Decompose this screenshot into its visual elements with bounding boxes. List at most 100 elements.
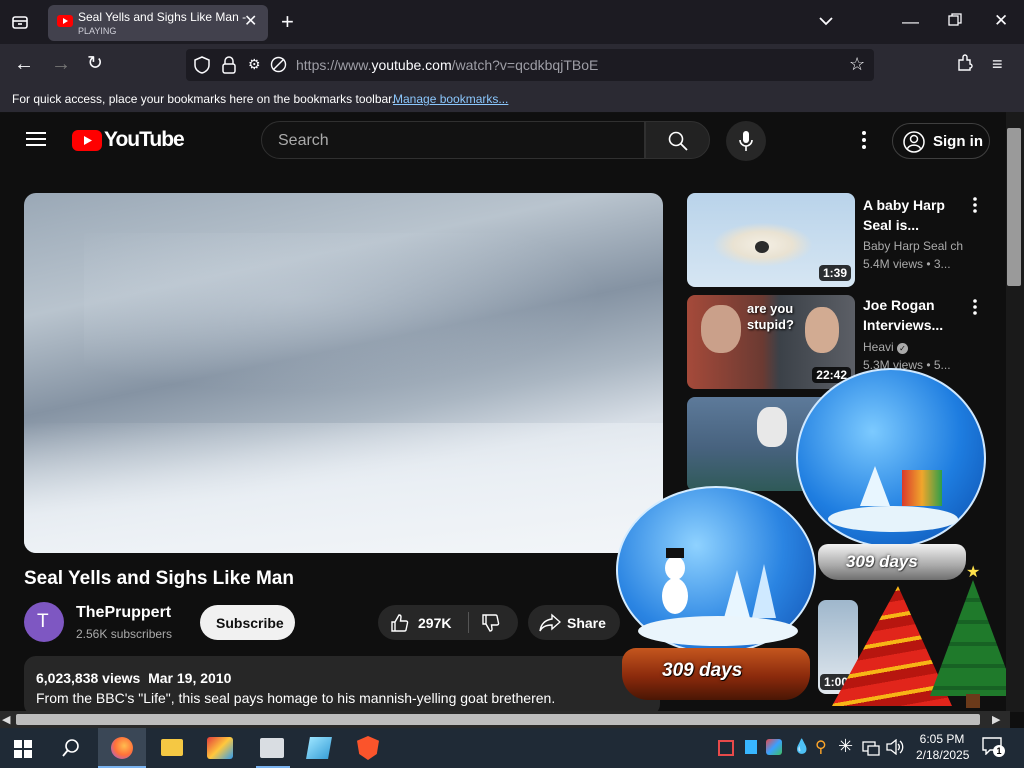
snow-globe-gadget[interactable]: 309 days (616, 486, 816, 704)
title-line-2: Seal is... (863, 217, 920, 233)
hamburger-menu-icon[interactable] (26, 131, 46, 152)
clock-time: 6:05 PM (919, 732, 965, 746)
video-duration: 1:39 (818, 265, 851, 281)
dislike-button[interactable] (470, 605, 518, 640)
christmas-tree-icon (930, 580, 1016, 696)
app-menu-icon[interactable]: ≡ (992, 55, 1003, 73)
search-button[interactable] (645, 121, 710, 159)
thumbnail-caption-2: stupid? (747, 317, 794, 332)
like-button[interactable]: 297K (378, 605, 468, 640)
globe-sphere (616, 486, 816, 654)
scroll-right-icon[interactable]: ▶ (992, 713, 1000, 726)
star-icon: ★ (966, 564, 981, 581)
globe-snow (828, 506, 958, 532)
globe-tree-icon (860, 466, 890, 506)
url-bar[interactable]: ⚙ https://www.youtube.com/watch?v=qcdkbq… (186, 49, 874, 81)
video-player[interactable] (24, 193, 663, 553)
permissions-icon[interactable]: ⚙ (248, 57, 261, 71)
tray-app-icon[interactable] (745, 740, 757, 754)
search-icon[interactable] (62, 739, 80, 762)
voice-search-button[interactable] (726, 121, 766, 161)
bookmark-star-icon[interactable]: ☆ (849, 55, 865, 73)
snow-globe-gadget[interactable]: 309 days (796, 368, 988, 584)
brave-icon[interactable] (357, 736, 379, 760)
horizontal-scrollbar[interactable]: ◀ ▶ (0, 711, 1010, 728)
vertical-scrollbar[interactable] (1006, 112, 1024, 712)
christmas-tree-gadget[interactable]: ★ (930, 564, 1016, 712)
magnifier-tray-icon[interactable]: ⚲ (815, 737, 827, 757)
app-window-icon (260, 738, 284, 758)
thumbs-up-icon (391, 614, 409, 632)
share-button[interactable]: Share (528, 605, 620, 640)
taskbar: 💧 ⚲ ✳ 6:05 PM 2/18/2025 1 (0, 728, 1024, 768)
droplet-icon[interactable]: 💧 (793, 738, 810, 755)
photos-app-icon[interactable] (207, 737, 233, 759)
notifications-icon[interactable]: 1 (982, 737, 1005, 757)
taskbar-firefox[interactable] (98, 728, 146, 768)
more-actions-icon[interactable] (973, 197, 977, 218)
scroll-left-icon[interactable]: ◀ (2, 713, 10, 726)
tray-app-icon[interactable] (718, 740, 734, 756)
network-icon[interactable] (862, 740, 880, 761)
microphone-icon (739, 131, 753, 151)
youtube-logo-icon[interactable] (72, 130, 102, 151)
like-dislike-group: 297K (378, 605, 518, 640)
close-window-icon[interactable]: ✕ (994, 12, 1008, 29)
more-options-icon[interactable] (862, 131, 866, 154)
browser-tab-active[interactable]: Seal Yells and Sighs Like Man - PLAYING … (48, 5, 268, 41)
search-input[interactable]: Search (261, 121, 645, 159)
reload-icon[interactable]: ↻ (87, 54, 103, 73)
restore-icon[interactable] (948, 13, 962, 30)
title-line-1: A baby Harp (863, 197, 945, 213)
recommendation-channel[interactable]: Heavi ✓ (863, 340, 909, 354)
clock[interactable]: 6:05 PM 2/18/2025 (916, 731, 969, 763)
lock-icon[interactable] (222, 56, 236, 77)
share-label: Share (567, 615, 606, 631)
tab-bar: Seal Yells and Sighs Like Man - PLAYING … (0, 0, 1024, 44)
close-tab-icon[interactable]: ✕ (244, 14, 257, 30)
forward-icon[interactable]: → (51, 54, 71, 74)
channel-name[interactable]: ThePruppert (76, 604, 171, 622)
minimize-icon[interactable]: — (902, 13, 919, 30)
seal-face (755, 241, 769, 253)
globe-sphere (796, 368, 986, 548)
person-left (701, 305, 741, 353)
list-all-tabs-icon[interactable] (11, 13, 29, 34)
recommendation-item[interactable]: 1:39 A baby Harp Seal is... Baby Harp Sea… (687, 193, 997, 289)
upload-date: Mar 19, 2010 (148, 670, 232, 686)
youtube-logo-text[interactable]: YouTube (104, 128, 185, 152)
tray-app-icon[interactable] (766, 739, 782, 755)
shield-icon[interactable] (194, 56, 210, 77)
recommendation-thumbnail[interactable]: 1:39 (687, 193, 855, 287)
new-tab-icon[interactable]: + (281, 11, 294, 33)
taskbar-app[interactable] (256, 728, 290, 768)
sign-in-button[interactable]: Sign in (892, 123, 990, 159)
recommendation-title: A baby Harp Seal is... (863, 195, 945, 235)
manage-bookmarks-link[interactable]: Manage bookmarks... (393, 92, 508, 106)
person-right (805, 307, 839, 353)
windows-start-icon[interactable] (14, 740, 32, 763)
subscriber-count: 2.56K subscribers (76, 627, 173, 641)
like-count: 297K (418, 615, 452, 631)
volume-icon[interactable] (886, 738, 904, 760)
recommendation-channel[interactable]: Baby Harp Seal ch (863, 239, 963, 253)
more-actions-icon[interactable] (973, 299, 977, 320)
snowflake-icon[interactable]: ✳ (838, 736, 853, 757)
horizontal-scroll-thumb[interactable] (16, 714, 980, 725)
cat-figure (757, 407, 787, 447)
youtube-favicon-icon (57, 15, 73, 27)
channel-label: Heavi (863, 340, 894, 354)
notes-app-icon[interactable] (306, 737, 332, 759)
vertical-scroll-thumb[interactable] (1007, 128, 1021, 286)
sign-in-label: Sign in (933, 133, 983, 150)
channel-avatar[interactable]: T (24, 602, 64, 642)
extensions-icon[interactable] (956, 54, 974, 75)
description-box[interactable]: 6,023,838 views Mar 19, 2010 From the BB… (24, 656, 660, 716)
autoplay-blocked-icon[interactable] (270, 56, 287, 76)
subscribe-button[interactable]: Subscribe (200, 605, 295, 640)
file-explorer-icon[interactable] (161, 739, 183, 756)
thumbnail-caption-1: are you (747, 301, 794, 316)
url-text[interactable]: https://www.youtube.com/watch?v=qcdkbqjT… (296, 57, 598, 73)
back-icon[interactable]: ← (14, 54, 34, 74)
chevron-down-icon[interactable] (818, 13, 834, 30)
